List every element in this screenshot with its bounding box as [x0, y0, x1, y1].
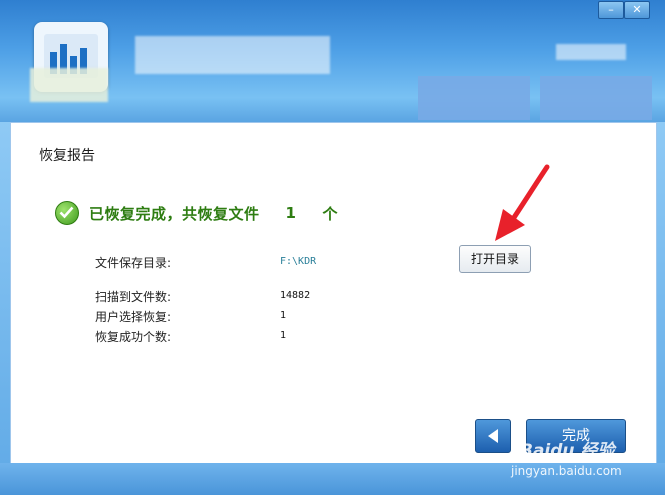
recovered-count-value: 1 [280, 330, 287, 341]
left-arrow-icon [488, 429, 498, 443]
blurred-region [30, 68, 108, 102]
scanned-files-value: 14882 [280, 290, 311, 301]
save-directory-label: 文件保存目录: [95, 256, 172, 270]
blurred-title [135, 36, 330, 74]
open-directory-button[interactable]: 打开目录 [459, 245, 531, 273]
close-button[interactable]: ✕ [624, 1, 650, 19]
title-bar: – ✕ [0, 0, 665, 122]
blurred-tab [540, 76, 652, 120]
status-row: 已恢复完成，共恢复文件 1 个 [55, 201, 338, 225]
blurred-tab [418, 76, 530, 120]
back-button[interactable] [475, 419, 511, 453]
user-selected-value: 1 [280, 310, 287, 321]
minimize-button[interactable]: – [598, 1, 624, 19]
status-message: 已恢复完成，共恢复文件 [89, 204, 260, 223]
save-directory-value: F:\KDR [280, 256, 317, 267]
recovery-report-panel: 恢复报告 已恢复完成，共恢复文件 1 个 文件保存目录: F:\KDR 扫描到文… [10, 122, 657, 464]
red-arrow-icon [495, 164, 550, 241]
status-unit: 个 [322, 204, 338, 223]
user-selected-label: 用户选择恢复: [95, 310, 172, 324]
check-circle-icon [55, 201, 79, 225]
panel-title: 恢复报告 [39, 148, 95, 164]
scanned-files-label: 扫描到文件数: [95, 290, 172, 304]
blurred-region [556, 44, 626, 60]
watermark-url: jingyan.baidu.com [511, 464, 622, 478]
recovered-count-label: 恢复成功个数: [95, 330, 172, 344]
watermark-logo: Baidu 经验 [520, 441, 615, 461]
status-count: 1 [285, 204, 297, 222]
